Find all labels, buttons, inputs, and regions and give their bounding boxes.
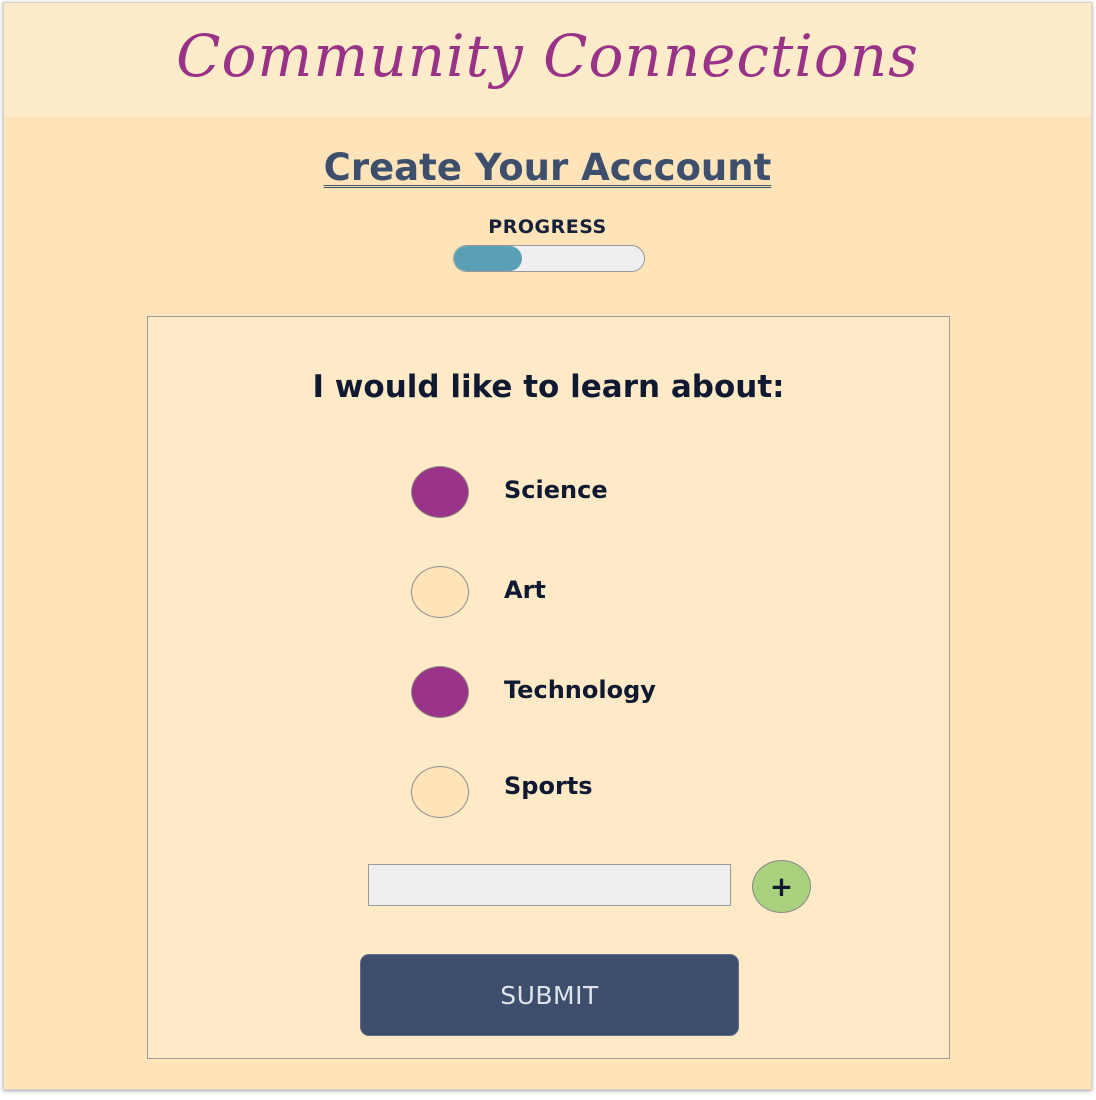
option-label-technology: Technology [504,676,656,704]
option-label-art: Art [504,576,546,604]
option-toggle-art[interactable] [411,566,469,618]
option-label-science: Science [504,476,608,504]
progress-bar [453,245,645,272]
add-interest-button[interactable]: + [752,860,811,913]
option-label-sports: Sports [504,772,593,800]
app-title: Community Connections [176,22,919,90]
option-art[interactable]: Art [411,566,811,622]
custom-interest-input[interactable] [368,864,731,906]
app-window: Community Connections Create Your Acccou… [3,2,1092,1090]
page-title: Create Your Acccount [4,143,1091,193]
option-sports[interactable]: Sports [411,766,811,822]
page-title-text: Create Your Acccount [323,146,772,189]
interests-card: I would like to learn about: Science Art… [147,316,950,1059]
option-toggle-technology[interactable] [411,666,469,718]
progress-fill [454,246,523,271]
header-bar: Community Connections [4,3,1091,117]
option-technology[interactable]: Technology [411,666,811,722]
progress-label: PROGRESS [488,216,607,238]
option-science[interactable]: Science [411,466,811,522]
interests-prompt: I would like to learn about: [312,369,785,405]
submit-button[interactable]: SUBMIT [360,954,739,1036]
option-toggle-science[interactable] [411,466,469,518]
option-toggle-sports[interactable] [411,766,469,818]
